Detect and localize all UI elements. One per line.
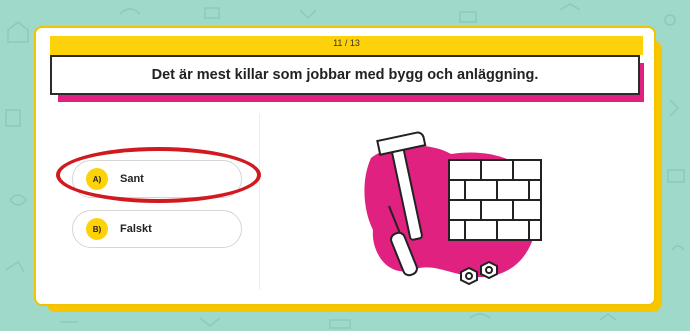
answer-option-b[interactable]: B) Falskt <box>72 210 242 248</box>
answer-label: Sant <box>120 173 144 185</box>
question-counter: 11 / 13 <box>333 38 360 48</box>
quiz-card: 11 / 13 Det är mest killar som jobbar me… <box>34 26 656 306</box>
answer-option-a[interactable]: A) Sant <box>72 160 242 198</box>
column-divider <box>259 114 260 290</box>
answer-label: Falskt <box>120 223 152 235</box>
construction-illustration <box>341 120 551 292</box>
question-text: Det är mest killar som jobbar med bygg o… <box>50 55 640 95</box>
answer-letter-badge: A) <box>86 168 108 190</box>
answer-letter-badge: B) <box>86 218 108 240</box>
tools-illustration-svg <box>364 131 542 286</box>
brick-wall-icon <box>448 159 542 241</box>
progress-header: 11 / 13 <box>50 36 643 55</box>
